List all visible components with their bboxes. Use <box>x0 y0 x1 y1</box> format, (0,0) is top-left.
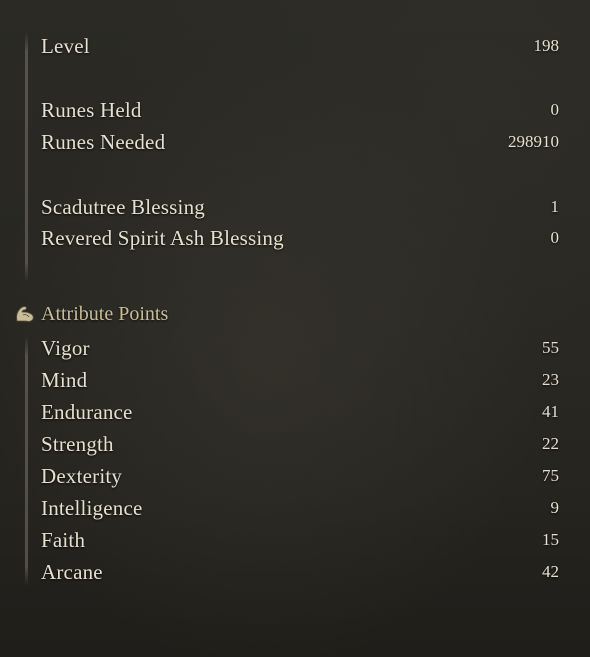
attribute-value: 23 <box>542 370 559 389</box>
scadutree-blessing-row: Scadutree Blessing 1 <box>41 193 559 221</box>
revered-spirit-ash-blessing-label: Revered Spirit Ash Blessing <box>41 225 284 250</box>
attribute-label: Dexterity <box>41 463 123 488</box>
attribute-value: 9 <box>550 498 560 517</box>
attribute-value: 42 <box>542 562 559 581</box>
attribute-row-faith: Faith 15 <box>41 526 559 554</box>
revered-spirit-ash-blessing-row: Revered Spirit Ash Blessing 0 <box>41 224 559 252</box>
attribute-value: 75 <box>542 466 559 485</box>
attribute-label: Mind <box>41 367 88 392</box>
attribute-row-dexterity: Dexterity 75 <box>41 462 559 490</box>
attribute-value: 41 <box>542 402 559 421</box>
level-label: Level <box>41 33 90 58</box>
attribute-label: Endurance <box>41 399 133 424</box>
attribute-label: Strength <box>41 431 114 456</box>
runes-needed-value: 298910 <box>508 132 559 151</box>
attribute-row-endurance: Endurance 41 <box>41 398 559 426</box>
attribute-row-intelligence: Intelligence 9 <box>41 494 559 522</box>
scadutree-blessing-label: Scadutree Blessing <box>41 194 205 219</box>
attribute-row-strength: Strength 22 <box>41 430 559 458</box>
attribute-value: 22 <box>542 434 559 453</box>
attribute-value: 15 <box>542 530 559 549</box>
scadutree-blessing-value: 1 <box>550 197 560 216</box>
attribute-points-header: Attribute Points <box>14 300 168 328</box>
level-value: 198 <box>533 36 560 55</box>
attribute-label: Intelligence <box>41 495 143 520</box>
revered-spirit-ash-blessing-value: 0 <box>550 228 560 247</box>
attribute-row-mind: Mind 23 <box>41 366 559 394</box>
attribute-label: Vigor <box>41 335 90 360</box>
status-divider-line <box>25 32 28 282</box>
runes-needed-row: Runes Needed 298910 <box>41 128 559 156</box>
runes-needed-label: Runes Needed <box>41 129 166 154</box>
attribute-row-arcane: Arcane 42 <box>41 558 559 586</box>
attribute-label: Faith <box>41 527 86 552</box>
runes-held-row: Runes Held 0 <box>41 96 559 124</box>
attributes-divider-line <box>25 336 28 586</box>
attribute-points-title: Attribute Points <box>41 302 169 325</box>
runes-held-label: Runes Held <box>41 97 142 122</box>
level-row: Level 198 <box>41 32 559 60</box>
runes-held-value: 0 <box>550 100 560 119</box>
attribute-label: Arcane <box>41 559 103 584</box>
attribute-row-vigor: Vigor 55 <box>41 334 559 362</box>
character-status-panel: Level 198 Runes Held 0 Runes Needed 2989… <box>0 0 590 657</box>
flexed-arm-icon <box>14 303 36 325</box>
attribute-value: 55 <box>542 338 559 357</box>
